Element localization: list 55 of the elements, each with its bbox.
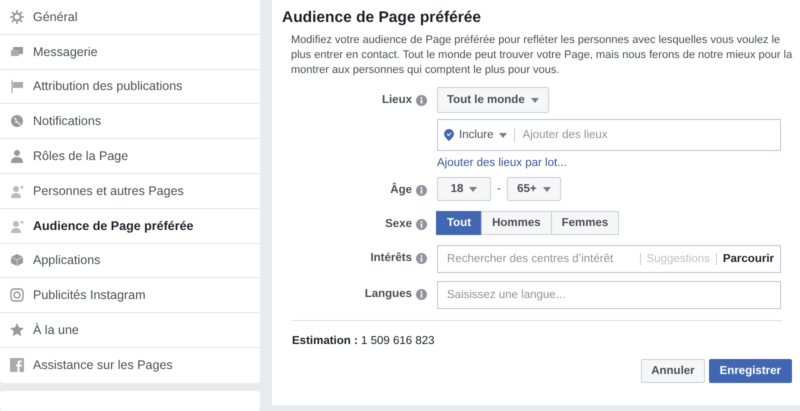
sidebar-item[interactable]: Général	[0, 0, 260, 35]
person-icon	[10, 149, 24, 164]
chat-icon	[10, 44, 24, 59]
sidebar-item[interactable]: Applications	[0, 244, 260, 278]
person-star-icon	[10, 184, 24, 198]
cube-icon	[10, 253, 24, 268]
field-label: Intérêts	[370, 252, 412, 264]
field-label: Âge	[390, 184, 412, 196]
sidebar-item[interactable]: Notifications	[0, 104, 260, 140]
info-icon[interactable]	[416, 94, 427, 106]
gender-option[interactable]: Hommes	[481, 211, 552, 235]
include-dropdown[interactable]: Inclure	[444, 128, 515, 142]
flag-icon	[10, 79, 24, 94]
description-text: Modifiez votre audience de Page préférée pour refléter les personnes avec lesquelles vous voulez le plus entrer en contact. Tout le monde peut trouver votre Page, mais nous ferons de notre mieux pour la montrer aux personnes qui comptent le plus pour vous.	[291, 33, 794, 78]
age-max-dropdown[interactable]: 65+	[506, 177, 561, 201]
f-square-icon	[10, 358, 24, 372]
field-label: Lieux	[382, 94, 412, 106]
globe-icon	[10, 114, 24, 128]
sidebar-item[interactable]: Publicités Instagram	[0, 278, 260, 314]
sidebar-item[interactable]: Assistance sur les Pages	[0, 348, 260, 383]
bulk-locations-link[interactable]: Ajouter des lieux par lot...	[437, 157, 781, 169]
info-icon[interactable]	[416, 184, 427, 196]
sidebar-item[interactable]: Rôles de la Page	[0, 139, 260, 174]
cancel-button[interactable]: Annuler	[641, 359, 705, 383]
field-label: Langues	[364, 288, 412, 300]
caret-icon	[542, 186, 551, 192]
camera-icon	[10, 288, 24, 302]
sidebar-item[interactable]: Audience de Page préférée	[0, 208, 260, 244]
location-dropdown[interactable]: Tout le monde	[437, 87, 549, 113]
gender-option[interactable]: Femmes	[550, 211, 620, 235]
info-icon[interactable]	[416, 252, 427, 264]
age-separator: -	[497, 183, 501, 195]
info-icon[interactable]	[416, 288, 427, 300]
section-title: Audience de Page préférée	[282, 9, 482, 27]
browse-link[interactable]: Parcourir	[716, 253, 774, 265]
interests-field[interactable]: Rechercher des centres d’intérêt Suggestions Parcourir	[437, 245, 781, 273]
location-field[interactable]: Inclure Ajouter des lieux	[437, 119, 781, 151]
sidebar-item[interactable]: À la une	[0, 313, 260, 348]
save-button[interactable]: Enregistrer	[708, 359, 792, 383]
star-icon	[10, 323, 24, 338]
location-pin-icon	[444, 129, 454, 141]
caret-icon	[498, 132, 507, 138]
languages-field[interactable]: Saisissez une langue...	[437, 281, 781, 309]
caret-icon	[530, 98, 539, 102]
field-label: Sexe	[385, 218, 412, 230]
person-star-icon	[10, 218, 24, 233]
sidebar-item[interactable]: Attribution des publications	[0, 70, 260, 104]
sidebar-item[interactable]: Personnes et autres Pages	[0, 174, 260, 209]
age-min-dropdown[interactable]: 18	[437, 177, 491, 201]
sidebar-item[interactable]: Messagerie	[0, 34, 260, 70]
estimate-text: Estimation : 1 509 616 823	[292, 335, 436, 347]
caret-icon	[469, 186, 478, 192]
gender-option[interactable]: Tout	[436, 211, 482, 235]
info-icon[interactable]	[416, 218, 427, 230]
settings-icon	[10, 10, 24, 24]
